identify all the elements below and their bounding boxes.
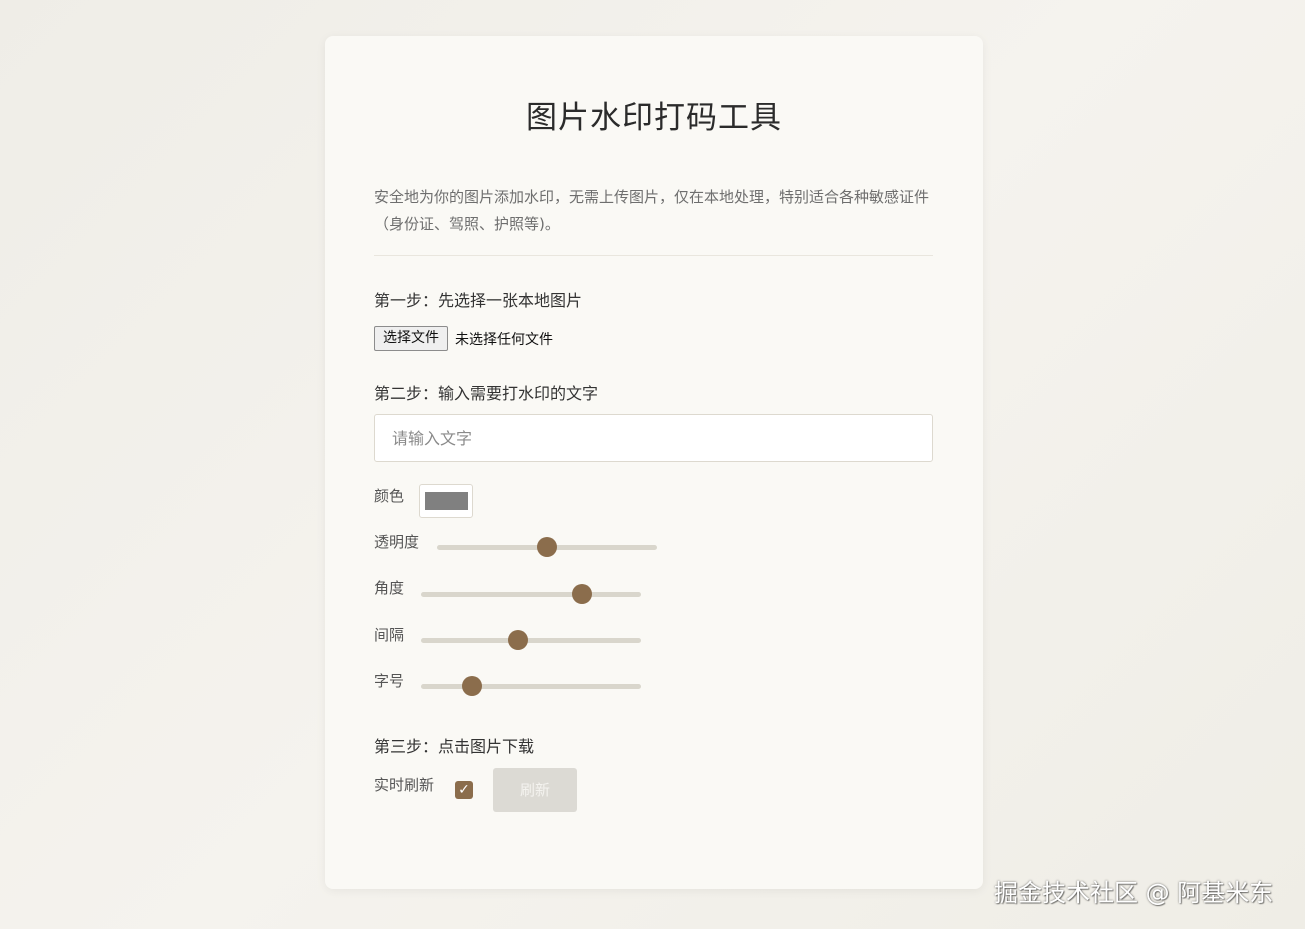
- spacing-slider-track: [421, 638, 641, 643]
- watermark-overlay: 掘金技术社区 @ 阿基米东: [994, 879, 1274, 907]
- color-picker[interactable]: [419, 484, 473, 518]
- angle-slider-track: [421, 592, 641, 597]
- opacity-slider-thumb[interactable]: [537, 537, 557, 557]
- angle-label: 角度: [374, 579, 405, 597]
- step3-heading: 第三步：点击图片下载: [374, 737, 535, 756]
- font-size-label: 字号: [374, 672, 405, 690]
- color-label: 颜色: [374, 487, 405, 505]
- spacing-label: 间隔: [374, 626, 405, 644]
- page-title: 图片水印打码工具: [526, 100, 782, 136]
- font-size-slider-track: [421, 684, 641, 689]
- page-description: 安全地为你的图片添加水印，无需上传图片，仅在本地处理，特别适合各种敏感证件（身份…: [374, 188, 930, 233]
- file-status-text: 未选择任何文件: [455, 332, 553, 348]
- choose-file-button[interactable]: 选择文件: [374, 326, 448, 351]
- angle-slider-thumb[interactable]: [571, 584, 592, 604]
- opacity-slider[interactable]: [437, 537, 657, 557]
- spacing-slider-thumb[interactable]: [507, 630, 528, 650]
- tool-card: 图片水印打码工具 安全地为你的图片添加水印，无需上传图片，仅在本地处理，特别适合…: [325, 36, 983, 889]
- font-size-slider[interactable]: [421, 676, 641, 696]
- step1-heading: 第一步：先选择一张本地图片: [374, 291, 583, 310]
- font-size-slider-thumb[interactable]: [461, 676, 482, 696]
- realtime-refresh-checkbox[interactable]: ✓: [455, 781, 473, 799]
- color-swatch: [425, 492, 468, 510]
- angle-slider[interactable]: [421, 584, 641, 604]
- spacing-slider[interactable]: [421, 630, 641, 650]
- step2-heading: 第二步：输入需要打水印的文字: [374, 384, 599, 403]
- checkmark-icon: ✓: [458, 782, 470, 798]
- refresh-button[interactable]: 刷新: [493, 768, 577, 812]
- divider: [374, 255, 933, 256]
- realtime-refresh-label: 实时刷新: [374, 776, 435, 794]
- opacity-label: 透明度: [374, 533, 420, 551]
- watermark-text-input[interactable]: [374, 414, 933, 462]
